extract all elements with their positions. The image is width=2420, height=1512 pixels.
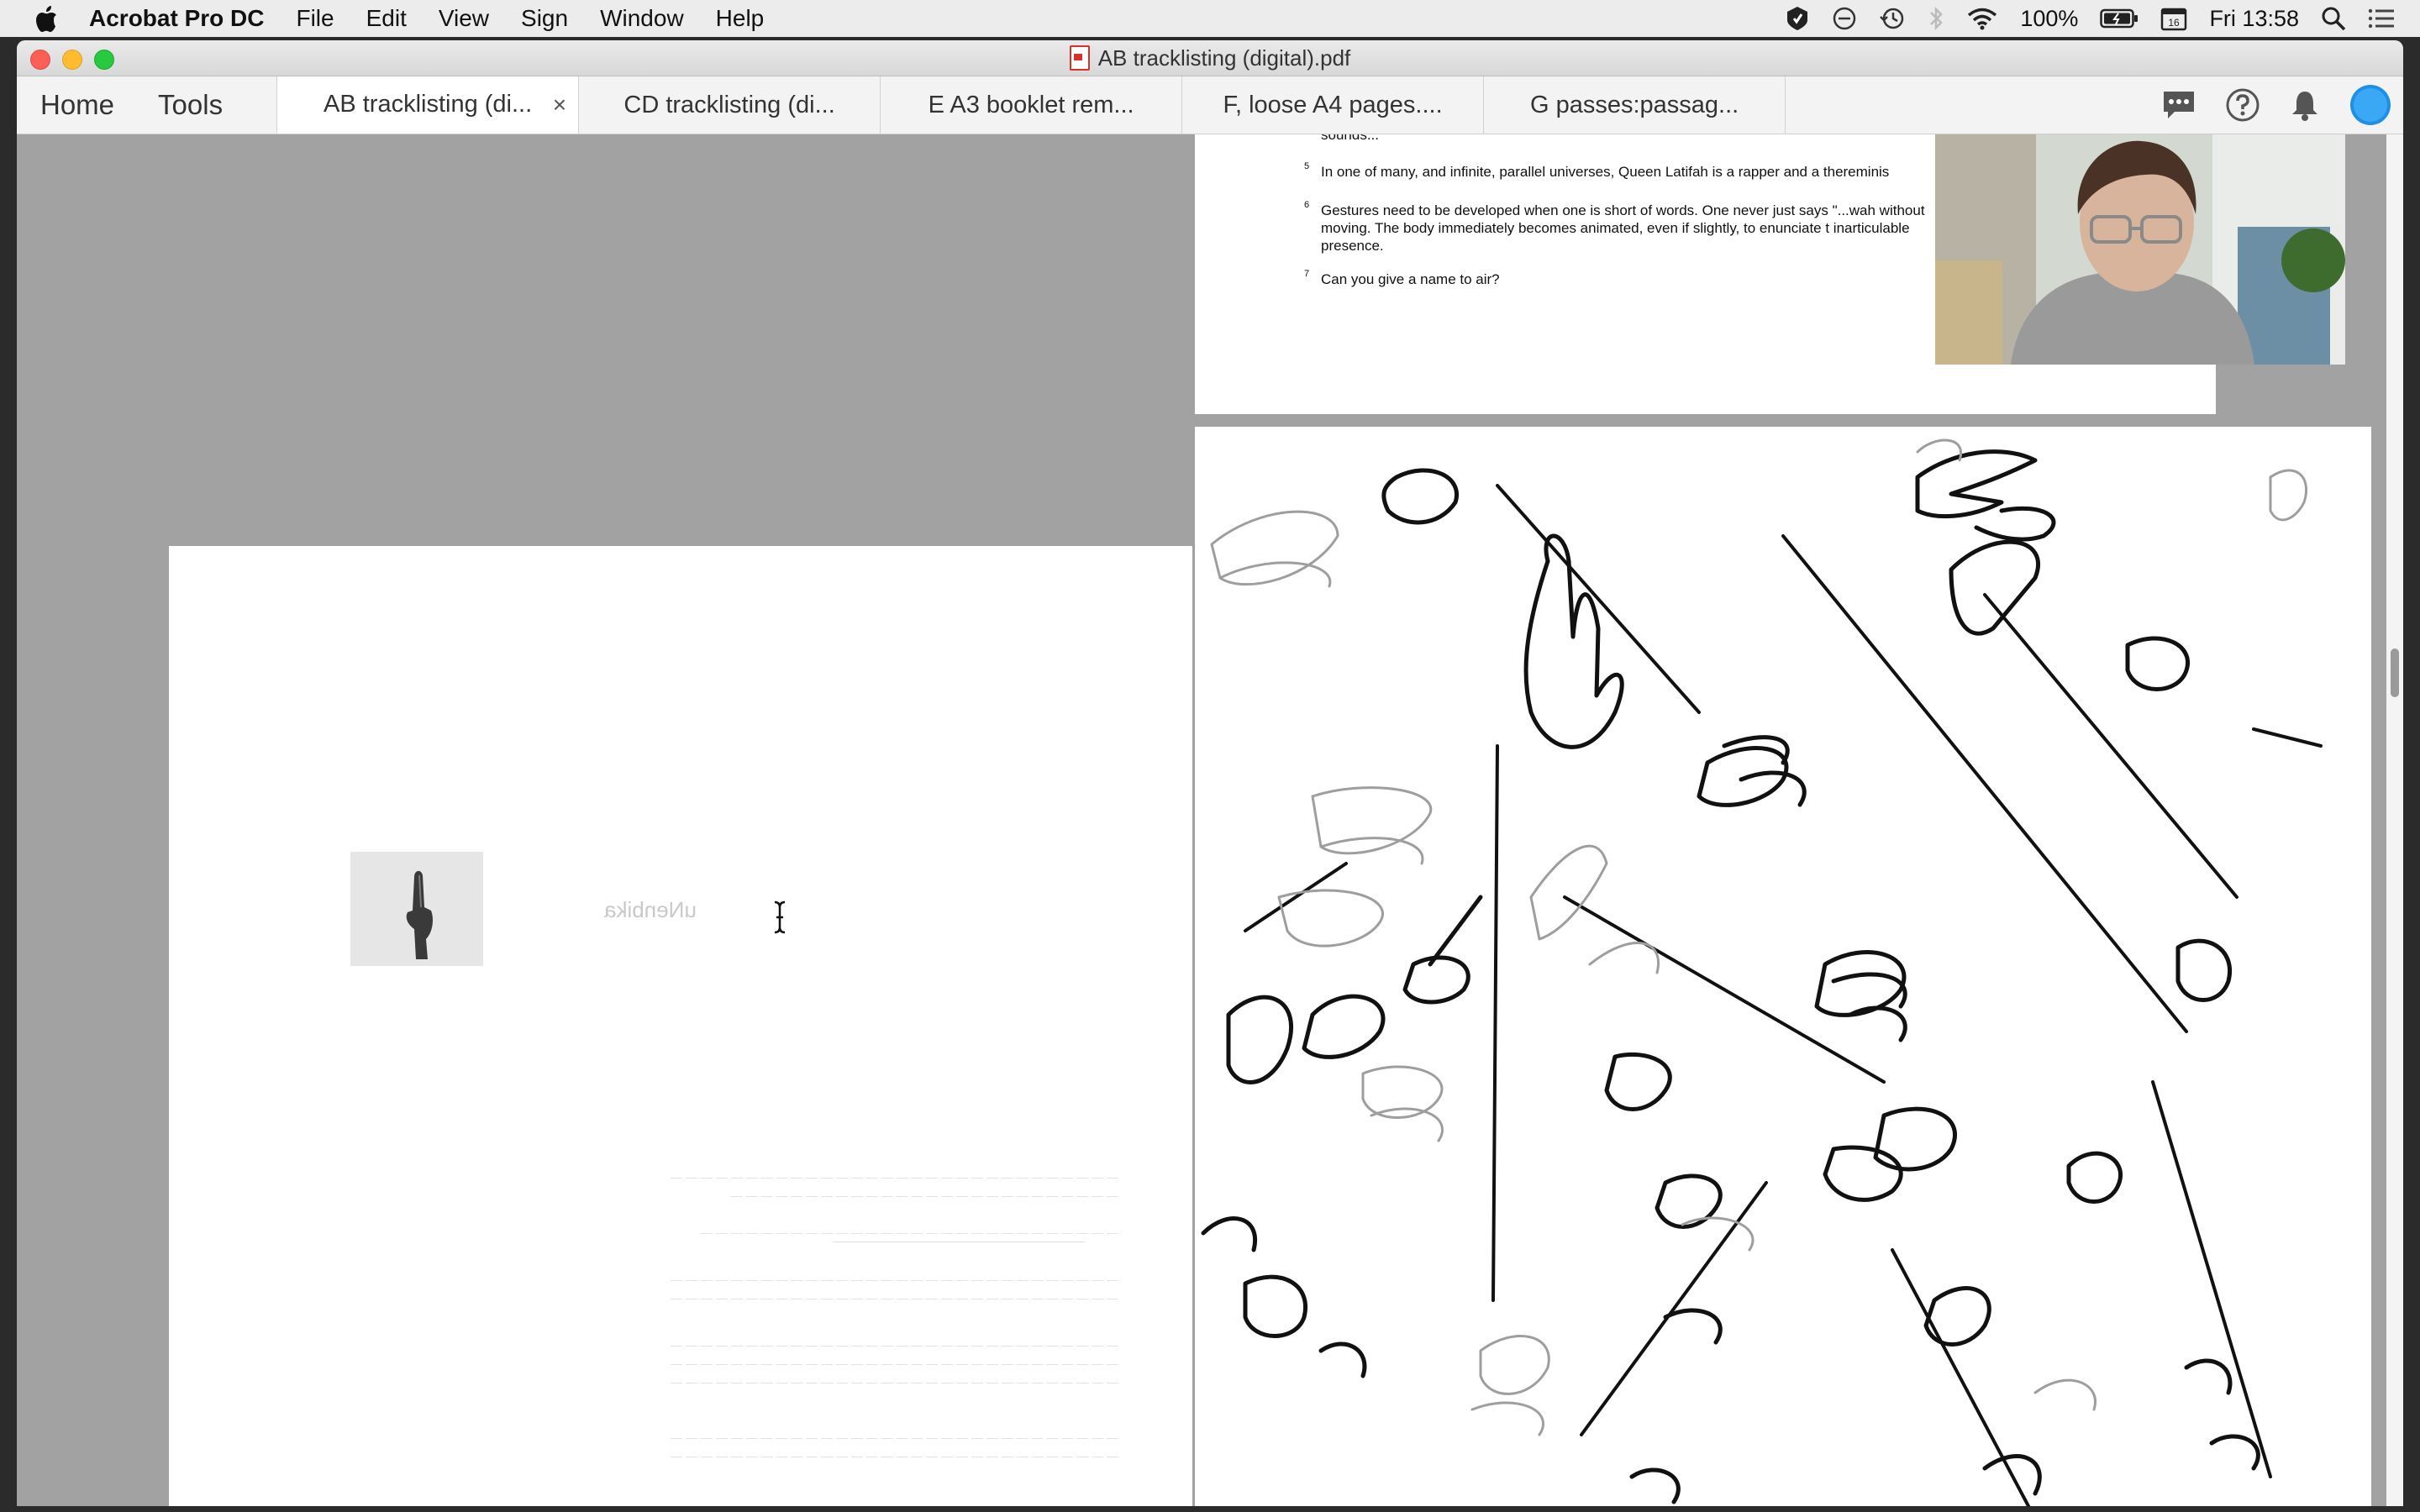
menu-bar: Acrobat Pro DC File Edit View Sign Windo… [0,0,2420,37]
menu-help[interactable]: Help [716,5,765,32]
acrobat-window: AB tracklisting (digital).pdf Home Tools… [17,40,2403,1506]
footnote-6: 6 Gestures need to be developed when one… [1304,200,1943,255]
tab-label: G passes:passag... [1529,91,1739,118]
faint-text-line: — — — — — — — — — — — — — — — — — — — — … [700,1226,1118,1239]
clock[interactable]: Fri 13:58 [2209,6,2299,32]
tab-label: AB tracklisting (di... [323,91,533,118]
status-area: 100% 16 Fri 13:58 [1785,0,2395,37]
comment-icon[interactable] [2161,88,2196,122]
menu-file[interactable]: File [296,5,334,32]
text-cursor-icon [774,900,786,934]
menu-sign[interactable]: Sign [521,5,568,32]
tab-e-a3-booklet[interactable]: E A3 booklet rem... [880,76,1181,134]
footnote-7: 7 Can you give a name to air? [1304,269,1943,288]
pdf-file-icon [1069,45,1090,71]
menu-window[interactable]: Window [600,5,684,32]
tab-f-loose-a4[interactable]: F, loose A4 pages.... [1181,76,1483,134]
pointing-hand-image [350,852,483,966]
footnote-text: In one of many, and infinite, parallel u… [1321,164,1890,180]
tools-link[interactable]: Tools [136,76,245,134]
menu-view[interactable]: View [439,5,489,32]
pdf-page-left: uNenbika — — — — — — — — — — — — — — — —… [169,546,1192,1506]
document-view[interactable]: sounds... 5 In one of many, and infinite… [17,134,2386,1506]
footnote-number: 5 [1304,161,1310,171]
footnote-number: 6 [1304,200,1310,210]
battery-percent: 100% [2020,5,2079,31]
wifi-icon[interactable] [1966,7,1998,30]
tab-label: CD tracklisting (di... [623,91,835,118]
apple-icon[interactable] [34,4,59,33]
vertical-scrollbar[interactable] [2386,134,2403,1506]
shield-icon[interactable] [1785,5,1810,32]
faint-text-line: — — — — — — — — — — — — — — — — — — — — … [671,1273,1118,1286]
time-machine-icon[interactable] [1879,6,1906,31]
faint-text-line: — — — — — — — — — — — — — — — — — — — — … [278,1504,1118,1506]
faint-text-line: — — — — — — — — — — — — — — — — — — — — … [671,1291,1118,1305]
footnote-5: 5 In one of many, and infinite, parallel… [1304,161,1943,181]
bell-icon[interactable] [2289,88,2321,122]
list-icon[interactable] [2368,8,2395,29]
faint-text-line: — — — — — — — — — — — — — — — — — — — — … [671,1449,1118,1462]
faint-text-line: — — — — — — — — — — — — — — — — — — — — … [730,1189,1118,1202]
webcam-overlay[interactable] [1935,134,2345,365]
battery-icon[interactable] [2100,8,2139,29]
toolbar-icons [2161,76,2391,134]
moon-icon[interactable] [1832,6,1857,31]
mirrored-show-through-text: uNenbika [604,897,697,922]
hands-drawing-page [1195,427,2371,1506]
document-title: AB tracklisting (digital).pdf [17,40,2403,76]
app-menu[interactable]: Acrobat Pro DC [89,5,264,32]
home-link[interactable]: Home [17,76,136,134]
footnote-text: Gestures need to be developed when one i… [1321,202,1925,254]
tab-label: F, loose A4 pages.... [1223,91,1443,118]
faint-text-line: — — — — — — — — — — — — — — — — — — — — … [671,1338,1118,1352]
tab-ab-tracklisting[interactable]: AB tracklisting (di... × [276,76,579,134]
help-icon[interactable] [2225,87,2260,123]
faint-text-line: — — — — — — — — — — — — — — — — — — — — … [671,1170,1118,1184]
footnote-fragment: sounds... [1321,134,1379,143]
search-icon[interactable] [2321,6,2346,31]
tab-cd-tracklisting[interactable]: CD tracklisting (di... [578,76,880,134]
close-tab-button[interactable]: × [553,92,566,118]
profile-icon[interactable] [2349,84,2391,126]
menu-edit[interactable]: Edit [366,5,407,32]
toolbar-tabs: Home Tools AB tracklisting (di... × CD t… [17,76,2403,134]
faint-text-line: — — — — — — — — — — — — — — — — — — — — … [671,1431,1118,1444]
footnote-text: Can you give a name to air? [1321,271,1500,287]
document-title-text: AB tracklisting (digital).pdf [1097,45,1351,71]
faint-text-line: — — — — — — — — — — — — — — — — — — — — … [671,1357,1118,1370]
title-bar[interactable]: AB tracklisting (digital).pdf [17,40,2403,76]
tab-g-passes[interactable]: G passes:passag... [1483,76,1786,134]
footnote-number: 7 [1304,269,1310,279]
tab-label: E A3 booklet rem... [928,91,1134,118]
svg-text:16: 16 [2169,17,2181,29]
scrollbar-thumb[interactable] [2391,648,2399,697]
bluetooth-icon[interactable] [1928,6,1944,31]
calendar-icon[interactable]: 16 [2160,6,2187,31]
faint-text-line: — — — — — — — — — — — — — — — — — — — — … [671,1375,1118,1389]
